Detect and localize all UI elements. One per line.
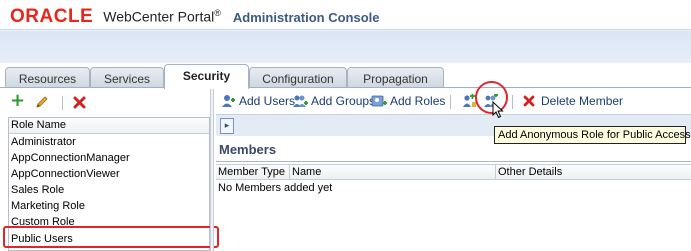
add-authenticated-role-icon — [461, 94, 477, 108]
panel-splitter[interactable] — [210, 88, 214, 251]
oracle-logo: ORACLE — [10, 6, 94, 27]
add-groups-button[interactable]: Add Groups — [292, 93, 375, 109]
app-header: ORACLE WebCenter Portal® Administration … — [0, 0, 691, 63]
column-header-other-details[interactable]: Other Details — [496, 165, 691, 180]
main-tabs: Resources Services Security Configuratio… — [0, 63, 691, 89]
column-header-name[interactable]: Name — [290, 165, 496, 180]
tab-label: Services — [103, 72, 150, 86]
add-users-button[interactable]: Add Users — [220, 93, 295, 109]
role-row-marketing-role[interactable]: Marketing Role — [9, 198, 209, 214]
tab-configuration[interactable]: Configuration — [249, 67, 347, 88]
toolbar-separator — [62, 96, 63, 110]
tab-resources[interactable]: Resources — [5, 67, 90, 88]
registered-mark: ® — [214, 8, 221, 19]
members-table-header: Member Type Name Other Details — [216, 164, 691, 180]
role-row-app-connection-manager[interactable]: AppConnectionManager — [9, 150, 209, 166]
roles-toolbar: + — [0, 88, 210, 115]
add-groups-icon — [292, 94, 308, 108]
role-row-custom-role[interactable]: Custom Role — [9, 214, 209, 230]
mouse-pointer-icon — [492, 100, 504, 122]
tab-security[interactable]: Security — [164, 64, 249, 89]
add-roles-button[interactable]: Add Roles — [371, 93, 445, 109]
role-name-column-header[interactable]: Role Name — [9, 118, 209, 134]
column-header-member-type[interactable]: Member Type — [216, 165, 290, 180]
add-authenticated-role-button[interactable] — [461, 93, 480, 109]
edit-pencil-icon[interactable] — [34, 94, 50, 113]
role-row-app-connection-viewer[interactable]: AppConnectionViewer — [9, 166, 209, 182]
tab-label: Security — [182, 69, 231, 83]
delete-member-button[interactable]: Delete Member — [522, 93, 623, 109]
header-divider — [0, 29, 691, 30]
role-row-public-users[interactable]: Public Users — [9, 231, 209, 247]
brand-row: ORACLE WebCenter Portal® Administration … — [10, 6, 380, 28]
tab-label: Resources — [18, 72, 77, 86]
members-toolbar: Add Users Add Groups Add Roles Delete Me… — [216, 88, 691, 114]
tab-label: Configuration — [262, 72, 334, 86]
product-name: WebCenter Portal® — [103, 8, 221, 25]
add-roles-label: Add Roles — [390, 94, 446, 108]
delete-member-label: Delete Member — [541, 94, 624, 108]
toolbar-separator — [450, 95, 451, 109]
tab-services[interactable]: Services — [90, 67, 164, 88]
tab-propagation[interactable]: Propagation — [347, 67, 444, 88]
role-row-sales-role[interactable]: Sales Role — [9, 182, 209, 198]
add-icon[interactable]: + — [10, 92, 25, 110]
members-divider — [216, 161, 691, 162]
product-name-text: WebCenter Portal — [103, 9, 215, 25]
expand-chevron-icon[interactable]: ▸ — [220, 118, 234, 134]
add-users-icon — [220, 94, 236, 108]
role-row-administrator[interactable]: Administrator — [9, 134, 209, 150]
members-empty-message: No Members added yet — [218, 182, 333, 194]
add-groups-label: Add Groups — [311, 94, 376, 108]
console-title: Administration Console — [232, 10, 380, 25]
tooltip: Add Anonymous Role for Public Access — [494, 126, 691, 144]
add-users-label: Add Users — [239, 94, 296, 108]
add-roles-icon — [371, 94, 387, 108]
tab-label: Propagation — [363, 72, 428, 86]
delete-member-icon — [522, 94, 538, 108]
delete-icon[interactable] — [72, 95, 87, 113]
roles-table: Role Name Administrator AppConnectionMan… — [8, 117, 210, 251]
toolbar-separator — [512, 95, 513, 109]
